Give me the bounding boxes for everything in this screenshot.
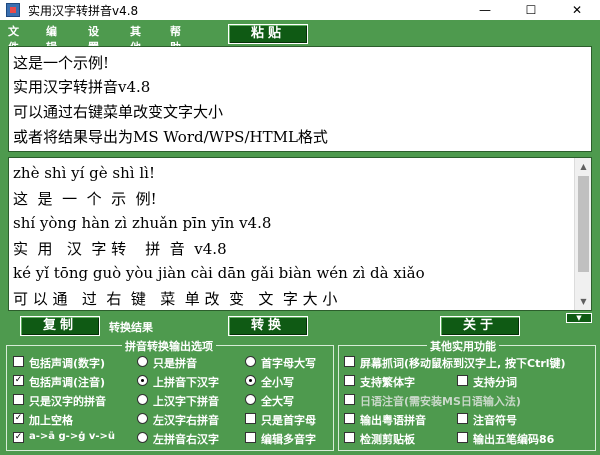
option-add-space[interactable]: ✓ 加上空格 — [13, 411, 131, 427]
output-line-hanzi: 实 用 汉 字 转 拼 音 v4.8 — [13, 240, 227, 258]
close-button[interactable]: ✕ — [554, 0, 600, 20]
option-cantonese[interactable]: 输出粤语拼音 — [344, 411, 454, 427]
option-tone-mark[interactable]: ✓ 包括声调(注音) — [13, 373, 131, 389]
option-initials-only[interactable]: 只是首字母 — [245, 411, 331, 427]
output-line-pinyin: zhè shì yí gè shì lì! — [13, 164, 155, 182]
checkbox[interactable] — [344, 432, 355, 443]
radio-pinyin-only[interactable]: 只是拼音 — [137, 354, 237, 370]
output-line-pinyin: ké yǐ tōng guò yòu jiàn cài dān gǎi biàn… — [13, 264, 425, 282]
app-icon — [6, 3, 20, 17]
scroll-up-arrow-icon[interactable]: ▲ — [575, 158, 592, 175]
checkbox[interactable] — [13, 356, 24, 367]
option-screen-capture[interactable]: 屏幕抓词(移动鼠标到汉字上, 按下Ctrl键) — [344, 354, 592, 370]
radio-hanzi-above[interactable]: 上汉字下拼音 — [137, 392, 237, 408]
pinyin-options-title: 拼音转换输出选项 — [122, 338, 216, 354]
other-functions-title: 其他实用功能 — [427, 338, 499, 354]
option-japanese-phonetic[interactable]: 日语注音(需安装MS日语输入法) — [344, 392, 592, 408]
other-functions-group: 其他实用功能 屏幕抓词(移动鼠标到汉字上, 按下Ctrl键) 支持繁体字 支持分… — [338, 338, 596, 451]
checkbox[interactable]: ✓ — [13, 413, 24, 424]
checkbox[interactable] — [344, 375, 355, 386]
radio-pinyin-above[interactable]: 上拼音下汉字 — [137, 373, 237, 389]
minimize-button[interactable]: — — [462, 0, 508, 20]
about-button[interactable]: 关于 — [440, 316, 520, 336]
pinyin-options-group: 拼音转换输出选项 包括声调(数字) ✓ 包括声调(注音) 只是汉字的拼音 ✓ 加… — [6, 338, 334, 451]
checkbox[interactable] — [245, 432, 256, 443]
output-scrollbar[interactable]: ▲ ▼ — [574, 158, 591, 310]
title-bar: 实用汉字转拼音v4.8 — ☐ ✕ — [0, 0, 600, 20]
option-word-segment[interactable]: 支持分词 — [457, 373, 567, 389]
scroll-down-arrow-icon[interactable]: ▼ — [575, 293, 592, 310]
option-bopomofo[interactable]: 注音符号 — [457, 411, 567, 427]
checkbox[interactable] — [13, 394, 24, 405]
paste-button[interactable]: 粘贴 — [228, 24, 308, 44]
radio-button[interactable] — [137, 394, 148, 405]
checkbox[interactable] — [344, 394, 355, 405]
checkbox[interactable] — [457, 413, 468, 424]
radio-button[interactable] — [137, 413, 148, 424]
window-title: 实用汉字转拼音v4.8 — [28, 4, 139, 18]
expand-toggle-icon[interactable]: ▼ — [566, 313, 592, 323]
radio-button[interactable] — [137, 356, 148, 367]
checkbox[interactable] — [344, 356, 355, 367]
option-traditional[interactable]: 支持繁体字 — [344, 373, 454, 389]
radio-button[interactable] — [137, 375, 148, 386]
radio-button[interactable] — [245, 394, 256, 405]
scroll-thumb[interactable] — [578, 176, 589, 272]
option-monitor-clipboard[interactable]: 检测剪贴板 — [344, 430, 454, 446]
input-line: 或者将结果导出为MS Word/WPS/HTML格式 — [13, 128, 328, 146]
result-label: 转换结果 — [109, 321, 153, 334]
output-line-hanzi: 可 以 通 过 右 键 菜 单 改 变 文 字 大 小 — [13, 290, 338, 308]
option-edit-polyphone[interactable]: 编辑多音字 — [245, 430, 331, 446]
radio-all-upper[interactable]: 全大写 — [245, 392, 331, 408]
radio-button[interactable] — [245, 375, 256, 386]
option-wubi86[interactable]: 输出五笔编码86 — [457, 430, 591, 446]
checkbox[interactable] — [457, 375, 468, 386]
checkbox[interactable]: ✓ — [13, 432, 24, 443]
output-line-hanzi: 这 是 一 个 示 例! — [13, 190, 157, 208]
radio-button[interactable] — [137, 432, 148, 443]
option-hanzi-only[interactable]: 只是汉字的拼音 — [13, 392, 131, 408]
option-tone-number[interactable]: 包括声调(数字) — [13, 354, 131, 370]
copy-button[interactable]: 复制 — [20, 316, 100, 336]
checkbox[interactable] — [344, 413, 355, 424]
maximize-button[interactable]: ☐ — [508, 0, 554, 20]
input-textarea[interactable]: 这是一个示例! 实用汉字转拼音v4.8 可以通过右键菜单改变文字大小 或者将结果… — [8, 46, 592, 152]
input-line: 可以通过右键菜单改变文字大小 — [13, 103, 224, 121]
checkbox[interactable] — [245, 413, 256, 424]
input-line: 实用汉字转拼音v4.8 — [13, 78, 151, 96]
radio-hanzi-left[interactable]: 左汉字右拼音 — [137, 411, 237, 427]
input-line: 这是一个示例! — [13, 54, 110, 72]
radio-button[interactable] — [245, 356, 256, 367]
radio-capitalize-first[interactable]: 首字母大写 — [245, 354, 331, 370]
option-char-replace[interactable]: ✓ a->ā g->ġ v->ü — [13, 430, 131, 446]
radio-all-lower[interactable]: 全小写 — [245, 373, 331, 389]
checkbox[interactable]: ✓ — [13, 375, 24, 386]
radio-pinyin-left[interactable]: 左拼音右汉字 — [137, 430, 237, 446]
output-textarea[interactable]: zhè shì yí gè shì lì! 这 是 一 个 示 例! shí y… — [8, 157, 592, 311]
output-line-pinyin: shí yòng hàn zì zhuǎn pīn yīn v4.8 — [13, 214, 272, 232]
checkbox[interactable] — [457, 432, 468, 443]
convert-button[interactable]: 转换 — [228, 316, 308, 336]
